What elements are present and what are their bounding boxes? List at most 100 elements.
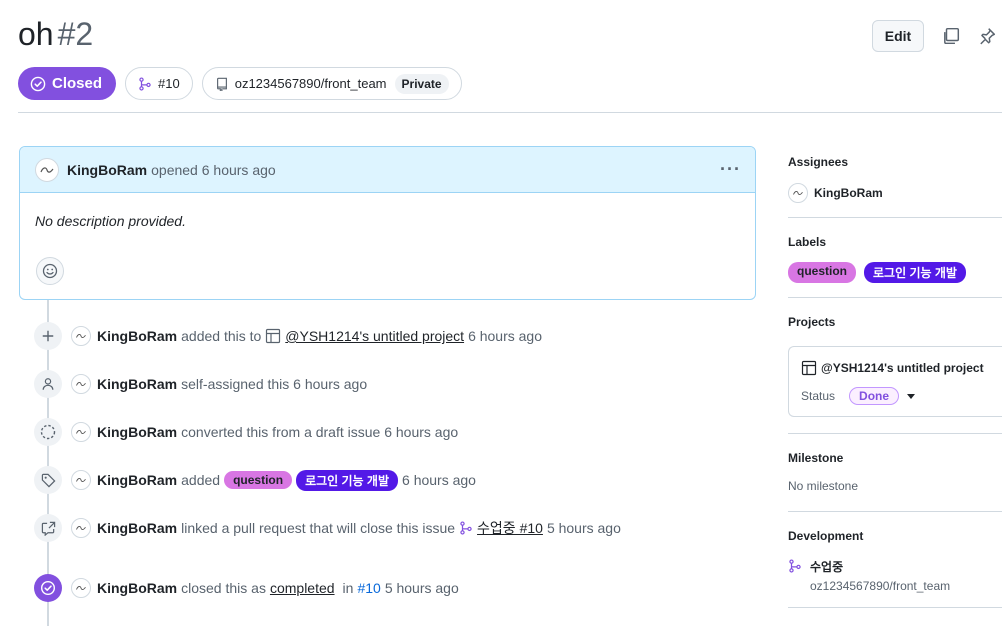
table-icon [266,328,281,344]
comment-meta: opened 6 hours ago [151,161,276,178]
project-title[interactable]: @YSH1214's untitled project [801,360,984,376]
sidebar-divider [788,607,1002,608]
copy-icon[interactable] [942,27,960,45]
labels-heading[interactable]: Labels [788,235,1002,249]
git-pull-request-icon [460,521,472,535]
comment-author[interactable]: KingBoRam [67,162,147,178]
avatar[interactable] [71,374,91,394]
event-text: converted this from a draft issue 6 hour… [181,424,459,440]
timeline-item: KingBoRam closed this as completed in #1… [34,572,459,604]
event-text: linked a pull request that will close th… [181,520,456,536]
development-item[interactable]: 수업중 oz1234567890/front_team [788,558,1002,593]
cross-reference-icon [34,514,62,542]
sidebar-divider [788,297,1002,298]
issue-number: #2 [57,16,94,52]
avatar [788,183,808,203]
status-label: Status [801,389,836,403]
project-card: @YSH1214's untitled project Status Done [788,346,1002,417]
pull-request-link[interactable]: 수업중 #10 [477,518,543,538]
issue-comment: KingBoRam opened 6 hours ago ··· No desc… [19,146,756,300]
page-title: oh #2 [18,16,93,53]
issue-title: oh [18,16,54,52]
timeline-item: KingBoRam converted this from a draft is… [34,416,458,448]
project-link[interactable]: @YSH1214's untitled project [285,328,464,344]
event-user[interactable]: KingBoRam [97,376,177,392]
completed-link[interactable]: completed [270,580,335,596]
pin-icon[interactable] [978,27,996,45]
label-login-feature[interactable]: 로그인 기능 개발 [296,469,399,491]
timeline-item: KingBoRam self-assigned this 6 hours ago [34,368,367,400]
linked-pr-number: #10 [158,76,180,91]
assignee-name: KingBoRam [814,186,883,200]
sidebar-divider [788,217,1002,218]
avatar[interactable] [71,422,91,442]
event-user[interactable]: KingBoRam [97,328,177,344]
avatar-icon [40,166,54,173]
event-text: closed this as [181,580,266,596]
more-options-icon[interactable]: ··· [720,159,741,180]
status-done-badge[interactable]: Done [849,387,900,405]
event-text: added this to [181,328,262,344]
linked-pr-pill[interactable]: #10 [125,67,193,100]
project-name: @YSH1214's untitled project [821,361,984,375]
comment-header: KingBoRam opened 6 hours ago ··· [20,147,755,193]
event-text: self-assigned this 6 hours ago [181,376,368,392]
pr-ref-link[interactable]: #10 [357,580,380,596]
event-user[interactable]: KingBoRam [97,424,177,440]
table-icon [801,360,817,376]
draft-issue-icon [34,418,62,446]
milestone-value: No milestone [788,479,859,493]
git-pull-request-icon [789,559,801,573]
avatar[interactable] [71,470,91,490]
assignee[interactable]: KingBoRam [788,183,1002,203]
timeline-item: KingBoRam added this to @YSH1214's untit… [34,320,542,352]
chevron-down-icon[interactable] [907,393,916,399]
repo-pill[interactable]: oz1234567890/front_team Private [201,67,462,100]
avatar[interactable] [71,518,91,538]
project-status: Status Done [801,387,916,405]
development-heading[interactable]: Development [788,529,1002,543]
smiley-icon [42,263,58,279]
label-login-feature[interactable]: 로그인 기능 개발 [864,262,966,283]
event-time: 6 hours ago [468,328,543,344]
closed-label: Closed [52,75,103,92]
repo-name: oz1234567890/front_team [234,76,387,91]
dev-repo-name: oz1234567890/front_team [810,579,951,593]
person-icon [34,370,62,398]
closed-check-icon [34,574,62,602]
avatar[interactable] [71,578,91,598]
label-question[interactable]: question [224,471,293,489]
sidebar-divider [788,511,1002,512]
event-user[interactable]: KingBoRam [97,580,177,596]
event-user[interactable]: KingBoRam [97,520,177,536]
closed-badge: Closed [18,67,117,100]
event-text: added [181,472,221,488]
private-tag: Private [394,73,449,94]
status-row: Closed #10 oz1234567890/front_team Priva… [18,67,462,100]
avatar[interactable] [71,326,91,346]
labels-list: question 로그인 기능 개발 [788,262,1002,283]
timeline-item: KingBoRam linked a pull request that wil… [34,512,621,544]
comment-body: No description provided. [35,213,186,229]
check-circle-icon [30,76,46,91]
event-user[interactable]: KingBoRam [97,472,177,488]
edit-button[interactable]: Edit [872,20,924,52]
sidebar-divider [788,433,1002,434]
plus-icon [34,322,62,350]
header-divider [18,112,1002,113]
event-time: 5 hours ago [384,580,459,596]
assignees-heading[interactable]: Assignees [788,155,1002,169]
event-in: in [342,580,354,596]
tag-icon [34,466,62,494]
event-time: 6 hours ago [402,472,476,488]
label-question[interactable]: question [788,262,856,283]
milestone-heading[interactable]: Milestone [788,451,1002,465]
timeline-item: KingBoRam added question 로그인 기능 개발 6 hou… [34,464,476,496]
event-time: 5 hours ago [546,520,621,536]
avatar[interactable] [35,157,59,182]
projects-heading[interactable]: Projects [788,315,1002,329]
repo-icon [216,77,227,91]
git-pull-request-icon [139,76,151,91]
add-reaction-button[interactable] [36,257,64,285]
dev-branch-name[interactable]: 수업중 [810,558,950,575]
